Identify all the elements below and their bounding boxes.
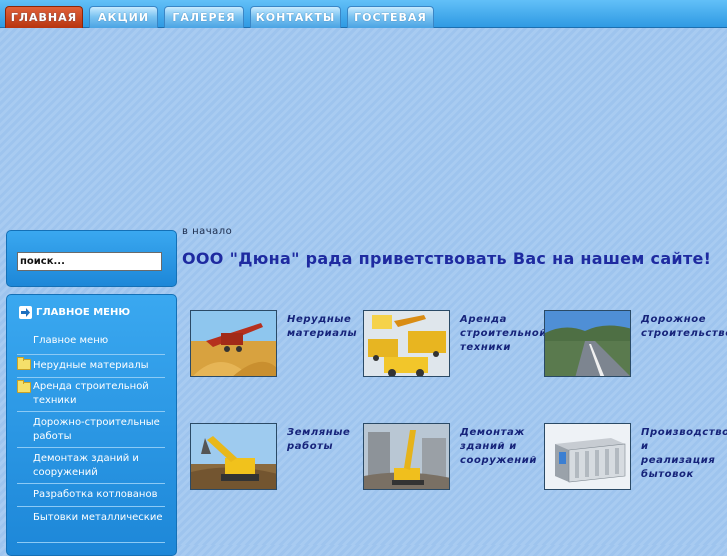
menu-item-cabins[interactable]: Бытовки металлические [17,510,165,543]
main-menu-header: ГЛАВНОЕ МЕНЮ [19,306,130,319]
thumb-demolition[interactable] [363,423,450,490]
thumb-cabins[interactable] [544,423,631,490]
menu-item-road-works[interactable]: Дорожно-строительные работы [17,415,165,448]
tab-home[interactable]: ГЛАВНАЯ [5,6,83,28]
menu-item-label: Дорожно-строительные работы [33,417,160,442]
folder-icon [17,380,31,393]
category-cabins[interactable]: Производство и реализация бытовок [641,426,727,482]
top-navigation: ГЛАВНАЯ АКЦИИ ГАЛЕРЕЯ КОНТАКТЫ ГОСТЕВАЯ [0,0,727,28]
menu-item-equipment-rental[interactable]: Аренда строительной техники [17,379,165,412]
menu-item-label: Демонтаж зданий и сооружений [33,453,139,478]
category-demolition[interactable]: Демонтаж зданий и сооружений [460,426,540,468]
category-nonmetallic-materials[interactable]: Нерудные материалы [287,313,357,341]
folder-icon [17,357,31,370]
menu-item-label: Бытовки металлические [33,512,163,523]
menu-item-main[interactable]: Главное меню [17,333,165,355]
thumb-nonmetallic-materials[interactable] [190,310,277,377]
tab-guestbook[interactable]: ГОСТЕВАЯ [347,6,434,28]
menu-item-nonmetallic-materials[interactable]: Нерудные материалы [17,356,165,378]
tab-gallery[interactable]: ГАЛЕРЕЯ [164,6,244,28]
menu-item-excavation[interactable]: Разработка котлованов [17,487,165,507]
breadcrumb[interactable]: в начало [182,226,232,237]
category-road-construction[interactable]: Дорожное строительство [641,313,727,341]
search-panel [6,230,177,287]
search-input[interactable] [17,252,162,271]
menu-item-label: Аренда строительной техники [33,381,149,406]
main-menu-title: ГЛАВНОЕ МЕНЮ [36,307,131,318]
thumb-road-construction[interactable] [544,310,631,377]
menu-item-label: Нерудные материалы [33,360,149,371]
menu-item-label: Главное меню [33,335,109,346]
tab-contacts[interactable]: КОНТАКТЫ [250,6,341,28]
thumb-earthworks[interactable] [190,423,277,490]
tab-promotions[interactable]: АКЦИИ [89,6,158,28]
arrow-right-icon [19,306,32,319]
category-equipment-rental[interactable]: Аренда строительной техники [460,313,546,355]
main-menu-panel: ГЛАВНОЕ МЕНЮ Главное меню Нерудные матер… [6,294,177,556]
menu-item-label: Разработка котлованов [33,489,158,500]
page-title: ООО "Дюна" рада приветствовать Вас на на… [182,249,712,268]
menu-item-demolition[interactable]: Демонтаж зданий и сооружений [17,451,165,484]
category-earthworks[interactable]: Земляные работы [287,426,357,454]
thumb-equipment-rental[interactable] [363,310,450,377]
